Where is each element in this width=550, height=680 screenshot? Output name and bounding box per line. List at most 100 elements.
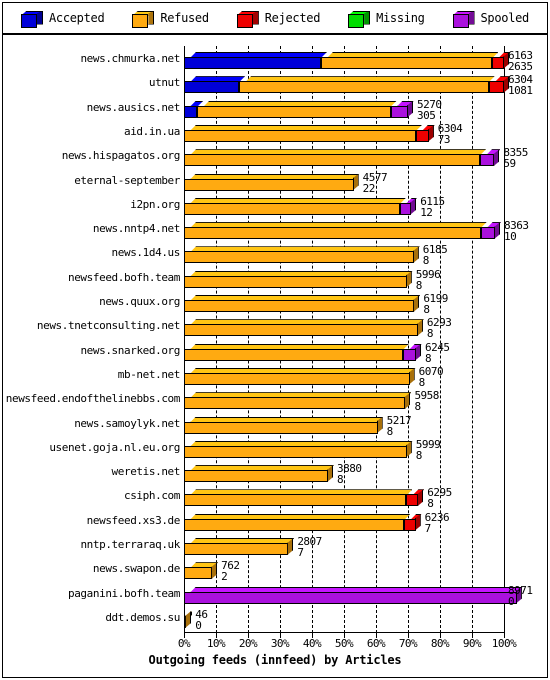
bar-group: 6070 8 xyxy=(184,366,504,388)
chart-row[interactable]: csiph.com 6295 8 xyxy=(124,483,504,509)
chart-row[interactable]: ddt.demos.su 46 0 xyxy=(105,605,504,631)
bar-segment-spooled[interactable] xyxy=(184,591,517,604)
bar-segment-spooled[interactable] xyxy=(390,105,408,118)
bar-segment-refused[interactable] xyxy=(184,470,328,483)
bar-segment-rejected[interactable] xyxy=(406,494,419,507)
bar-segment-rejected[interactable] xyxy=(404,518,416,531)
chart-row[interactable]: usenet.goja.nl.eu.org 5999 8 xyxy=(49,435,504,461)
bar-segment-refused[interactable] xyxy=(239,81,489,94)
bar-value-labels: 6163 2635 xyxy=(508,50,533,72)
legend-label: Refused xyxy=(160,11,209,25)
chart-row[interactable]: news.swapon.de 762 2 xyxy=(93,556,504,582)
chart-row[interactable]: news.nntp4.net 8363 10 xyxy=(93,216,529,242)
bar-segment-spooled[interactable] xyxy=(480,227,496,240)
bar-segment-refused[interactable] xyxy=(184,324,418,337)
bar-segment-refused[interactable] xyxy=(184,202,400,215)
bar-segment-rejected[interactable] xyxy=(492,57,504,69)
bar-segment-accepted[interactable] xyxy=(184,81,240,94)
bar-value-labels: 5999 8 xyxy=(416,439,441,461)
bar-segment-refused[interactable] xyxy=(197,105,391,118)
chart-row[interactable]: newsfeed.xs3.de 6236 7 xyxy=(87,508,504,534)
bar-segment-rejected[interactable] xyxy=(488,81,504,94)
bar-group: 6295 8 xyxy=(184,487,504,509)
bar-segment-refused[interactable] xyxy=(184,275,407,288)
bar-segment-rejected[interactable] xyxy=(416,129,429,142)
bar-segment-refused[interactable] xyxy=(184,421,378,434)
bar-value-labels: 6185 8 xyxy=(423,244,448,266)
cube-icon xyxy=(132,9,155,28)
x-tick-label-30: 30% xyxy=(270,637,290,650)
chart-row[interactable]: news.chmurka.net 6163 2635 xyxy=(80,46,533,72)
plot-area: news.chmurka.net 6163 2635 utnut 6304 1081 new… xyxy=(6,46,533,638)
bar-segment-refused[interactable] xyxy=(184,494,407,507)
row-label: news.tnetconsulting.net xyxy=(36,319,181,333)
legend: Accepted Refused Rejected Missing Spooled xyxy=(3,3,547,33)
x-tick-label-80: 80% xyxy=(430,637,450,650)
row-label: i2pn.org xyxy=(130,197,180,211)
bar-segment-refused[interactable] xyxy=(184,518,405,531)
row-label: csiph.com xyxy=(123,489,180,503)
chart-row[interactable]: news.hispagatos.org 8355 59 xyxy=(62,143,529,169)
bar-segment-refused[interactable] xyxy=(320,57,493,69)
bar-segment-spooled[interactable] xyxy=(400,202,412,215)
chart-row[interactable]: utnut 6304 1081 xyxy=(149,70,533,96)
bar-segment-refused[interactable] xyxy=(184,129,416,142)
bar-segment-spooled[interactable] xyxy=(403,348,416,361)
chart-row[interactable]: newsfeed.endofthelinebbs.com 5958 8 xyxy=(6,386,504,412)
bar-segment-refused[interactable] xyxy=(184,227,481,240)
chart-row[interactable]: eternal-september 4577 22 xyxy=(74,168,504,194)
bar-segment-accepted[interactable] xyxy=(184,57,321,69)
x-tick-label-50: 50% xyxy=(334,637,354,650)
bar-group: 6293 8 xyxy=(184,317,504,339)
bar-value-labels: 6070 8 xyxy=(419,366,444,388)
bar-segment-refused[interactable] xyxy=(184,300,415,312)
bar-value-labels: 4577 22 xyxy=(363,172,388,194)
row-label: news.1d4.us xyxy=(111,246,181,260)
chart-row[interactable]: news.samoylyk.net 5217 8 xyxy=(74,411,504,437)
chart-row[interactable]: news.quux.org 6199 8 xyxy=(99,289,504,315)
chart-row[interactable]: aid.in.ua 6304 73 xyxy=(124,119,504,145)
legend-panel: Accepted Refused Rejected Missing Spooled xyxy=(2,2,548,34)
bar-value-labels: 5270 305 xyxy=(417,99,442,121)
bar-segment-refused[interactable] xyxy=(184,178,354,191)
chart-row[interactable]: news.snarked.org 6245 8 xyxy=(80,338,504,364)
row-label: newsfeed.endofthelinebbs.com xyxy=(5,392,181,406)
chart-row[interactable]: paganini.bofh.team 8971 0 xyxy=(68,581,533,607)
chart-row[interactable]: news.tnetconsulting.net 6293 8 xyxy=(37,313,504,339)
bar-group: 5958 8 xyxy=(184,390,504,412)
chart-row[interactable]: weretis.net 3880 8 xyxy=(112,459,504,485)
bar-segment-refused[interactable] xyxy=(184,397,406,410)
bar-group: 8355 59 xyxy=(184,147,528,169)
chart-row[interactable]: i2pn.org 6115 12 xyxy=(130,192,504,218)
bar-segment-accepted[interactable] xyxy=(184,105,198,118)
bar-segment-refused[interactable] xyxy=(184,154,480,167)
bar-segment-refused[interactable] xyxy=(184,567,213,580)
bar-group: 2807 7 xyxy=(184,536,504,558)
bar-segment-refused[interactable] xyxy=(184,372,410,385)
x-tick-label-60: 60% xyxy=(366,637,386,650)
legend-label: Missing xyxy=(376,11,425,25)
chart-row[interactable]: news.ausics.net 5270 305 xyxy=(87,95,504,121)
chart-row[interactable]: news.1d4.us 6185 8 xyxy=(112,240,504,266)
chart-row[interactable]: mb-net.net 6070 8 xyxy=(118,362,504,388)
x-axis-tick-labels: 0% 10% 20% 30% 40% 50% 60% 70% 80% 90% 100% xyxy=(178,637,517,651)
bar-value-bottom: 0 xyxy=(508,594,515,608)
bar-segment-refused[interactable] xyxy=(184,445,407,458)
row-label: news.quux.org xyxy=(99,295,180,308)
row-label: news.hispagatos.org xyxy=(61,149,181,163)
legend-label: Accepted xyxy=(48,11,105,25)
bar-group: 6304 1081 xyxy=(184,74,533,96)
bar-segment-spooled[interactable] xyxy=(480,154,495,167)
chart-row[interactable]: nntp.terraraq.uk 2807 7 xyxy=(80,532,504,558)
bar-group: 4577 22 xyxy=(184,172,504,194)
bar-value-labels: 8363 10 xyxy=(504,220,529,242)
chart-row[interactable]: newsfeed.bofh.team 5996 8 xyxy=(68,265,504,291)
bar-group: 6236 7 xyxy=(184,512,504,534)
bar-segment-refused[interactable] xyxy=(184,543,289,555)
bar-group: 6199 8 xyxy=(184,293,504,315)
bar-segment-refused[interactable] xyxy=(184,348,404,361)
bar-segment-refused[interactable] xyxy=(184,251,414,264)
row-label: newsfeed.xs3.de xyxy=(86,513,181,527)
x-tick-label-100: 100% xyxy=(491,637,517,650)
x-tick-label-90: 90% xyxy=(462,637,482,650)
